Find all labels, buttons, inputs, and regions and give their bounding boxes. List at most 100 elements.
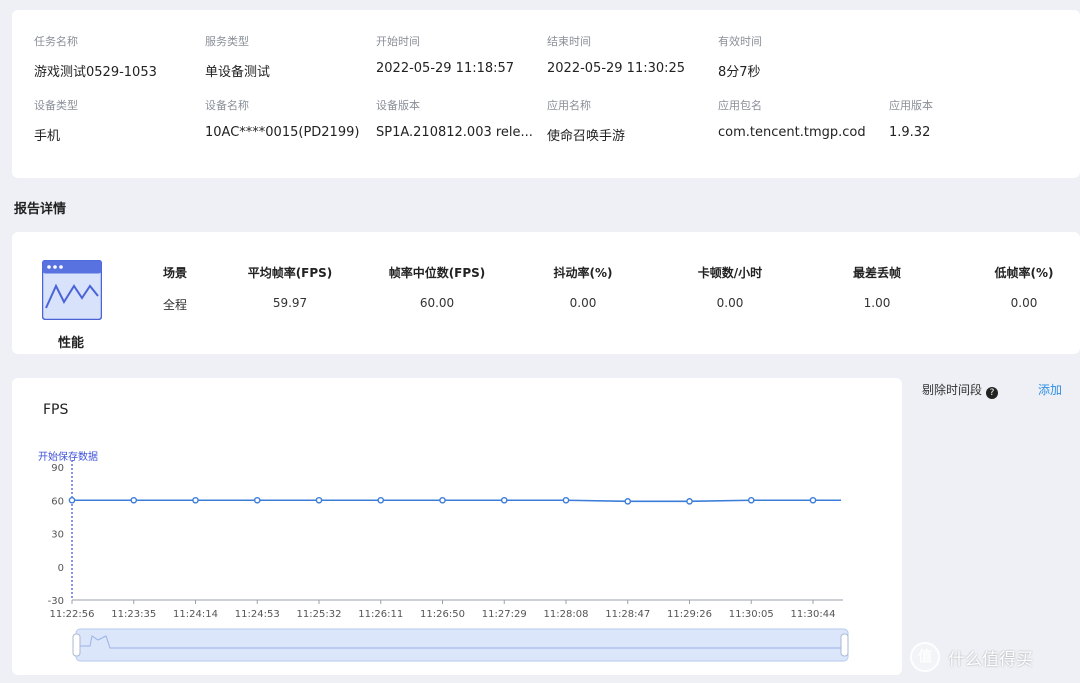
info-value: 8分7秒 (718, 65, 761, 80)
watermark-logo: 值 (910, 642, 940, 672)
fps-data-point (192, 496, 199, 504)
fps-data-point (747, 496, 755, 504)
perf-metric-value: 0.00 (569, 296, 597, 310)
fps-data-point (562, 496, 570, 504)
perf-metric: 帧率中位数(FPS) 60.00 (357, 264, 517, 310)
perf-metric: 卡顿数/小时 0.00 (650, 264, 810, 310)
perf-metric: 最差丢帧 1.00 (797, 264, 957, 310)
performance-label: 性能 (58, 336, 85, 351)
info-value: com.tencent.tmgp.cod (718, 125, 866, 140)
exclude-period-label: 剔除时间段? (922, 381, 999, 399)
perf-metric-header: 低帧率(%) (994, 266, 1054, 280)
perf-metric-value: 59.97 (272, 296, 308, 310)
performance-card: 性能 场景 全程 平均帧率(FPS) 59.97 帧率中位数(FPS) 60.00 抖动率(… (12, 232, 1080, 354)
zoom-handle-right[interactable] (840, 633, 849, 657)
perf-metric-header: 帧率中位数(FPS) (388, 266, 486, 280)
info-field: 设备类型 手机 (34, 97, 199, 144)
perf-metric: 平均帧率(FPS) 59.97 (210, 264, 370, 310)
x-tick-label: 11:29:26 (667, 609, 712, 620)
info-value: 单设备测试 (205, 65, 271, 80)
fps-series-line (72, 499, 841, 503)
y-tick-label: 0 (58, 563, 64, 574)
x-tick-label: 11:24:53 (235, 609, 280, 620)
fps-data-point (253, 496, 261, 504)
info-label: 应用名称 (547, 99, 591, 112)
fps-data-point (130, 496, 138, 504)
x-tick-label: 11:23:35 (111, 609, 156, 620)
y-tick-label: 90 (51, 463, 64, 474)
info-value: 游戏测试0529-1053 (34, 65, 157, 80)
x-tick-label: 11:22:56 (50, 609, 95, 620)
exclude-period-text: 剔除时间段 (922, 383, 983, 397)
fps-data-point (500, 496, 508, 504)
zoom-handle-left[interactable] (72, 633, 81, 657)
fps-data-point (686, 498, 693, 505)
fps-data-point (809, 496, 817, 504)
info-label: 设备名称 (205, 99, 249, 112)
x-tick-label: 11:30:05 (729, 609, 774, 620)
fps-data-point (377, 496, 385, 504)
perf-metric-header: 卡顿数/小时 (697, 266, 763, 280)
info-value: 2022-05-29 11:30:25 (547, 61, 686, 76)
perf-metric-header: 抖动率(%) (553, 266, 613, 280)
info-field: 结束时间 2022-05-29 11:30:25 (547, 33, 712, 76)
info-field: 设备名称 10AC****0015(PD2199) (205, 97, 370, 140)
perf-metric-value: 0.00 (1010, 296, 1038, 310)
task-info-card: 任务名称 游戏测试0529-1053 服务类型 单设备测试 开始时间 2022-05-29… (12, 10, 1080, 178)
fps-data-point (439, 496, 446, 504)
info-label: 有效时间 (718, 35, 762, 48)
fps-chart: 90 60 30 0 -30 11:22:56 11:23:35 11:24:14 11:24:… (38, 450, 849, 662)
info-label: 设备类型 (34, 99, 78, 112)
info-field: 开始时间 2022-05-29 11:18:57 (376, 33, 536, 76)
start-marker-label: 开始保存数据 (38, 450, 98, 463)
fps-data-point (68, 496, 76, 504)
perf-metric: 低帧率(%) 0.00 (944, 264, 1080, 310)
info-label: 开始时间 (376, 35, 420, 48)
x-tick-label: 11:26:11 (358, 609, 403, 620)
info-field: 应用名称使命召唤手游 (547, 97, 712, 144)
perf-metric: 抖动率(%) 0.00 (503, 264, 663, 310)
zoom-slider-track (75, 628, 849, 662)
info-field: 设备版本 SP1A.210812.003 rele... (376, 97, 536, 140)
info-field: 应用版本 1.9.32 (889, 97, 1054, 140)
info-value: 2022-05-29 11:18:57 (376, 61, 515, 76)
info-value: 手机 (34, 129, 61, 144)
perf-metric-header: 最差丢帧 (852, 266, 901, 280)
section-title: 报告详情 (14, 202, 67, 217)
x-tick-label: 11:25:32 (297, 609, 342, 620)
x-tick-label: 11:28:08 (544, 609, 589, 620)
perf-metric-value: 60.00 (419, 296, 455, 310)
watermark-text: 什么值得买 (948, 649, 1033, 670)
fps-data-point (315, 496, 323, 504)
info-field: 应用包名 com.tencent.tmgp.cod (718, 97, 883, 140)
info-label: 设备版本 (376, 99, 420, 112)
y-tick-label: 30 (51, 530, 64, 541)
performance-chart-icon (42, 260, 102, 320)
info-value: 使命召唤手游 (547, 129, 626, 144)
y-tick-label: -30 (48, 596, 64, 607)
x-tick-label: 11:26:50 (420, 609, 465, 620)
watermark: 值 什么值得买 (910, 640, 1033, 674)
info-field: 任务名称游戏测试0529-1053 (34, 33, 199, 80)
y-tick-label: 60 (51, 496, 64, 507)
info-value: 1.9.32 (889, 125, 931, 140)
question-circle-icon[interactable]: ? (986, 387, 999, 399)
info-label: 结束时间 (547, 35, 591, 48)
info-value: SP1A.210812.003 rele... (376, 125, 533, 140)
perf-metric-value: 0.00 (716, 296, 744, 310)
add-button[interactable]: 添加 (1038, 381, 1062, 398)
info-field: 服务类型 单设备测试 (205, 33, 370, 80)
x-tick-label: 11:30:44 (791, 609, 836, 620)
info-label: 应用包名 (718, 99, 762, 112)
info-field: 有效时间 8分7秒 (718, 33, 883, 80)
info-value: 10AC****0015(PD2199) (205, 125, 360, 140)
info-label: 任务名称 (34, 35, 78, 48)
info-label: 服务类型 (205, 35, 249, 48)
x-tick-label: 11:24:14 (173, 609, 218, 620)
perf-metric-header: 平均帧率(FPS) (247, 266, 333, 280)
x-tick-label: 11:28:47 (605, 609, 650, 620)
x-tick-label: 11:27:29 (482, 609, 527, 620)
fps-chart-card: FPS 90 60 30 0 -30 11:22:56 11:23:35 11:24:14 11… (12, 378, 902, 675)
info-label: 应用版本 (889, 99, 933, 112)
perf-metric-value: 1.00 (863, 296, 891, 310)
